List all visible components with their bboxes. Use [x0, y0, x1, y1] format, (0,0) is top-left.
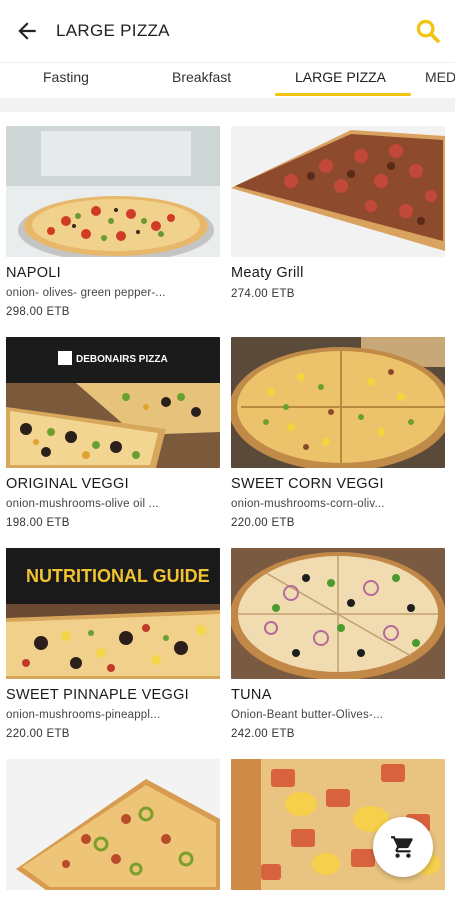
product-name: ORIGINAL VEGGI [6, 476, 129, 492]
product-name: NAPOLI [6, 265, 61, 281]
product-name: TUNA [231, 687, 272, 703]
product-card[interactable]: Meaty Grill 274.00 ETB [231, 126, 445, 300]
tab-med[interactable]: MED [425, 69, 455, 85]
product-name: SWEET PINNAPLE VEGGI [6, 687, 190, 703]
product-image: NUTRITIONAL GUIDE [6, 548, 220, 679]
product-description: onion-mushrooms-pineappl... [6, 709, 161, 721]
product-name: SWEET CORN VEGGI [231, 476, 384, 492]
app-bar: LARGE PIZZA [0, 0, 455, 62]
product-price: 198.00 ETB [6, 517, 70, 529]
category-tabs: Fasting Breakfast LARGE PIZZA MED [0, 62, 455, 98]
product-image: DEBONAIRS PIZZA [6, 337, 220, 468]
product-price: 242.00 ETB [231, 728, 295, 740]
page-title: LARGE PIZZA [56, 21, 170, 40]
product-name: Meaty Grill [231, 265, 304, 281]
product-card[interactable]: TUNA Onion-Beant butter-Olives-... 242.0… [231, 548, 445, 740]
product-price: 220.00 ETB [231, 517, 295, 529]
product-image [231, 126, 445, 257]
cart-button[interactable] [373, 817, 433, 877]
divider [0, 98, 455, 112]
tab-large-pizza[interactable]: LARGE PIZZA [295, 69, 386, 85]
product-card[interactable] [6, 759, 220, 890]
tab-breakfast[interactable]: Breakfast [172, 69, 231, 85]
product-price: 298.00 ETB [6, 306, 70, 318]
product-image [231, 337, 445, 468]
product-card[interactable]: SWEET CORN VEGGI onion-mushrooms-corn-ol… [231, 337, 445, 529]
active-tab-indicator [275, 93, 411, 96]
product-price: 220.00 ETB [6, 728, 70, 740]
product-description: Onion-Beant butter-Olives-... [231, 709, 384, 721]
product-description: onion- olives- green pepper-... [6, 287, 166, 299]
arrow-left-icon[interactable] [14, 18, 40, 44]
cart-icon [391, 836, 413, 858]
product-card[interactable]: NAPOLI onion- olives- green pepper-... 2… [6, 126, 220, 318]
product-image-text: NUTRITIONAL GUIDE [26, 566, 210, 586]
product-card[interactable]: NUTRITIONAL GUIDE SWEET PINNAPLE VEGGI o… [6, 548, 220, 740]
product-image [6, 126, 220, 257]
product-description: onion-mushrooms-olive oil ... [6, 498, 159, 510]
product-image [231, 548, 445, 679]
product-description: onion-mushrooms-corn-oliv... [231, 498, 385, 510]
tab-fasting[interactable]: Fasting [43, 69, 89, 85]
product-image [6, 759, 220, 890]
product-card[interactable]: DEBONAIRS PIZZA ORIGINAL VEGGI onion-mus… [6, 337, 220, 529]
product-image-text: DEBONAIRS PIZZA [76, 354, 168, 365]
search-icon[interactable] [414, 17, 442, 45]
product-price: 274.00 ETB [231, 288, 295, 300]
